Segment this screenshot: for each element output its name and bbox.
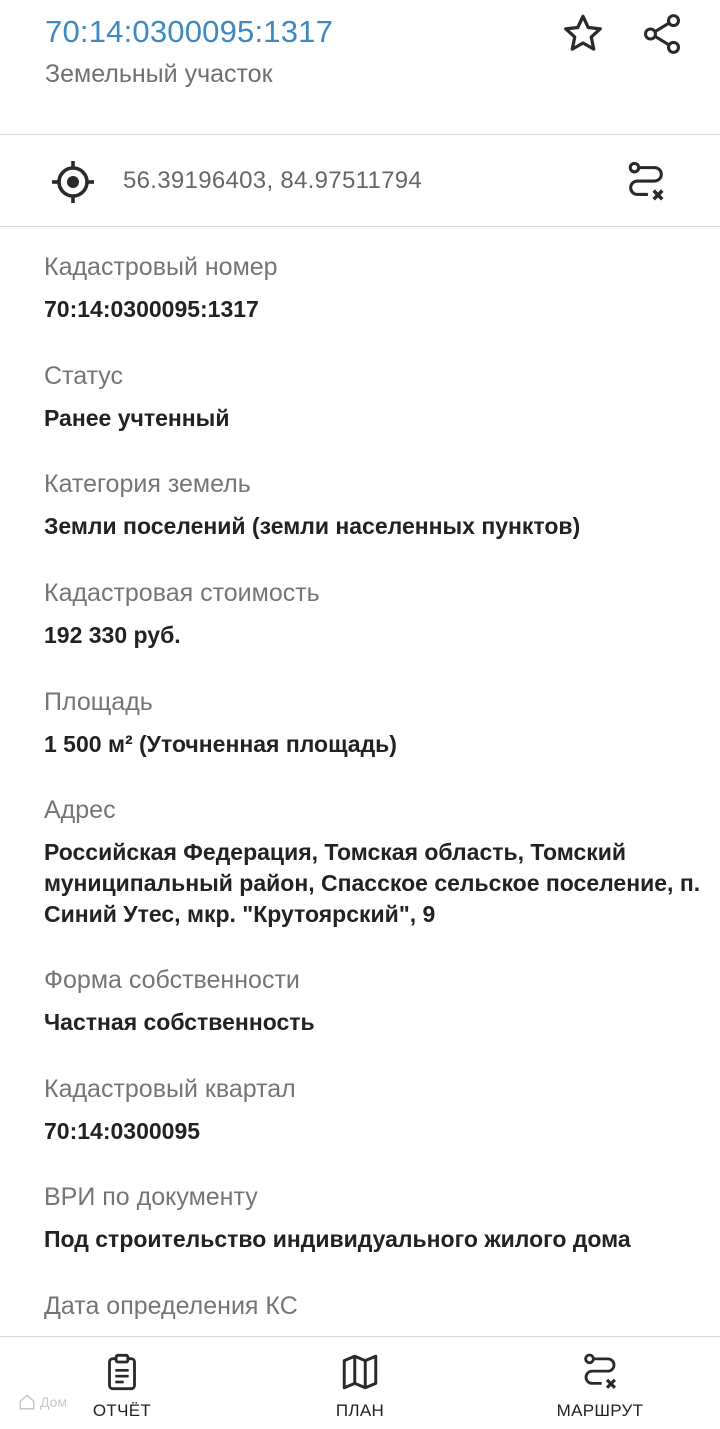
field-land-category: Категория земель Земли поселений (земли … (44, 469, 716, 542)
field-status: Статус Ранее учтенный (44, 361, 716, 434)
tab-label: ОТЧЁТ (92, 1401, 152, 1420)
bottom-navigation: ОТЧЁТ ПЛАН МАРШРУТ (0, 1336, 720, 1429)
route-icon (584, 1353, 616, 1389)
field-cadastral-number: Кадастровый номер 70:14:0300095:1317 (44, 252, 716, 325)
field-address: Адрес Российская Федерация, Томская обла… (44, 795, 716, 930)
tab-route[interactable]: МАРШРУТ (540, 1337, 660, 1429)
house-icon (19, 1394, 35, 1410)
divider (0, 226, 720, 227)
field-value: Под строительство индивидуального жилого… (44, 1226, 631, 1252)
share-button[interactable] (634, 6, 690, 62)
field-label: Форма собственности (44, 966, 300, 994)
field-label: Категория земель (44, 470, 251, 498)
field-value: Ранее учтенный (44, 405, 230, 431)
coordinates-row: 56.39196403, 84.97511794 (0, 135, 720, 226)
tab-label: ПЛАН (335, 1401, 385, 1420)
clipboard-icon (108, 1353, 136, 1391)
field-cadastral-value-date: Дата определения КС (44, 1291, 716, 1321)
route-icon (628, 161, 664, 201)
coordinates-text[interactable]: 56.39196403, 84.97511794 (123, 167, 422, 195)
field-label: Площадь (44, 688, 153, 716)
field-value: 192 330 руб. (44, 622, 181, 648)
field-label: ВРИ по документу (44, 1183, 258, 1211)
tab-label: МАРШРУТ (556, 1401, 644, 1420)
star-icon (564, 14, 602, 51)
field-value: 70:14:0300095:1317 (44, 296, 259, 322)
field-ownership-form: Форма собственности Частная собственност… (44, 965, 716, 1038)
header: 70:14:0300095:1317 Земельный участок (0, 0, 720, 134)
watermark: Дом (18, 1393, 67, 1411)
share-icon (643, 14, 681, 54)
favorite-button[interactable] (555, 6, 611, 62)
tab-plan[interactable]: ПЛАН (310, 1337, 410, 1429)
field-value: Частная собственность (44, 1009, 315, 1035)
field-label: Кадастровый номер (44, 253, 278, 281)
field-area: Площадь 1 500 м² (Уточненная площадь) (44, 687, 716, 760)
locate-button[interactable] (46, 157, 100, 207)
field-label: Кадастровая стоимость (44, 579, 320, 607)
crosshair-icon (52, 161, 94, 203)
watermark-text: Дом (40, 1394, 68, 1410)
field-label: Статус (44, 362, 124, 390)
field-value: 70:14:0300095 (44, 1118, 201, 1144)
tab-report[interactable]: ОТЧЁТ (72, 1337, 172, 1429)
route-button[interactable] (618, 155, 674, 209)
cadastral-title: 70:14:0300095:1317 (45, 14, 334, 49)
field-label: Кадастровый квартал (44, 1075, 296, 1103)
field-value: Российская Федерация, Томская область, Т… (44, 839, 701, 927)
field-permitted-use: ВРИ по документу Под строительство индив… (44, 1182, 716, 1255)
field-value: 1 500 м² (Уточненная площадь) (44, 731, 397, 757)
map-icon (342, 1354, 378, 1390)
field-cadastral-block: Кадастровый квартал 70:14:0300095 (44, 1074, 716, 1147)
field-label: Дата определения КС (44, 1292, 298, 1320)
object-type-subtitle: Земельный участок (45, 60, 273, 88)
field-value: Земли поселений (земли населенных пункто… (44, 513, 581, 539)
field-cadastral-value: Кадастровая стоимость 192 330 руб. (44, 578, 716, 651)
field-label: Адрес (44, 796, 116, 824)
